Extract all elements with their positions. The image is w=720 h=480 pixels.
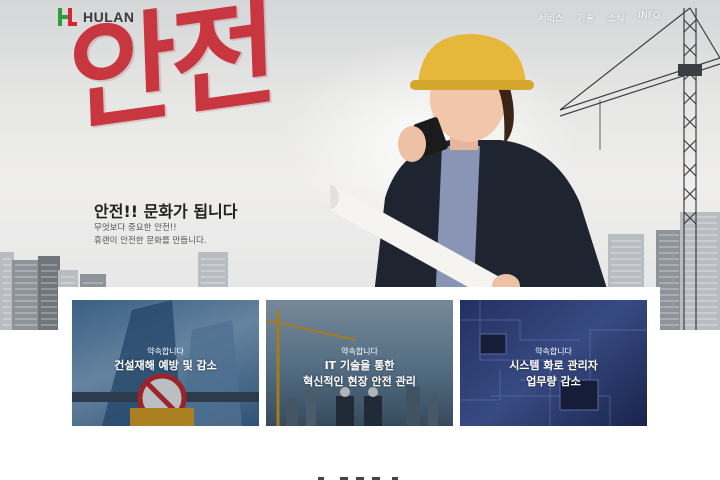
- promise-card-system-workload[interactable]: 약속합니다 시스템 화로 관리자 업무량 감소: [460, 300, 647, 426]
- card-title-line: IT 기술을 통한: [324, 359, 395, 372]
- card-title-line: 업무량 감소: [526, 375, 581, 388]
- card-eyebrow: 약속합니다: [341, 347, 378, 356]
- page: 안전 HULAN 서비스 기술 소식 INFO 안전!! 문화가 됩니다 무엇보…: [0, 0, 720, 480]
- hero-banner: 안전 HULAN 서비스 기술 소식 INFO 안전!! 문화가 됩니다 무엇보…: [0, 0, 720, 330]
- hero-subtext: 무엇보다 중요한 안전!! 휴랜이 안전한 문화를 만듭니다.: [94, 222, 206, 248]
- logo-icon: [58, 8, 78, 26]
- card-eyebrow: 약속합니다: [535, 347, 572, 356]
- hero-subtext-line: 무엇보다 중요한 안전!!: [94, 223, 177, 233]
- card-eyebrow: 약속합니다: [147, 347, 184, 356]
- worker-woman-illustration: [330, 34, 620, 330]
- card-title: 건설재해 예방 및 감소: [72, 358, 259, 374]
- hero-headline: 안전!! 문화가 됩니다: [94, 202, 238, 221]
- card-title-line: 시스템 화로 관리자: [509, 359, 598, 372]
- logo-text: HULAN: [83, 9, 135, 25]
- brand-logo[interactable]: HULAN: [58, 8, 135, 26]
- nav-item-service[interactable]: 서비스: [538, 11, 563, 24]
- promise-card-it-safety[interactable]: 약속합니다 IT 기술을 통한 혁신적인 현장 안전 관리: [266, 300, 453, 426]
- nav-item-tech[interactable]: 기술: [577, 11, 594, 24]
- card-title: 시스템 화로 관리자 업무량 감소: [460, 358, 647, 390]
- card-title-line: 건설재해 예방 및 감소: [114, 359, 217, 372]
- card-title-line: 혁신적인 현장 안전 관리: [303, 375, 416, 388]
- section-heading-cutoff: [318, 477, 398, 480]
- main-nav: 서비스 기술 소식 INFO: [538, 11, 660, 24]
- nav-item-news[interactable]: 소식: [608, 11, 625, 24]
- nav-item-info[interactable]: INFO: [638, 11, 660, 24]
- card-title: IT 기술을 통한 혁신적인 현장 안전 관리: [266, 358, 453, 390]
- skyline-building: [12, 260, 40, 330]
- promise-card-disaster-prevention[interactable]: 약속합니다 건설재해 예방 및 감소: [72, 300, 259, 426]
- skyline-building: [38, 256, 60, 330]
- hero-subtext-line: 휴랜이 안전한 문화를 만듭니다.: [94, 236, 207, 246]
